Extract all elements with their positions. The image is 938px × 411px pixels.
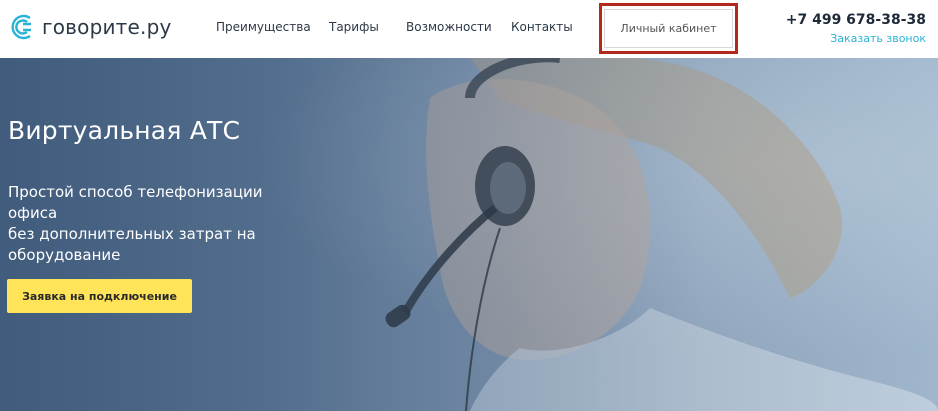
logo-text: говорите.ру xyxy=(42,15,172,39)
logo[interactable]: говорите.ру xyxy=(8,13,172,41)
hero-subtitle: Простой способ телефонизации офиса без д… xyxy=(8,182,288,266)
nav-link-features[interactable]: Возможности xyxy=(406,20,492,34)
connect-request-button[interactable]: Заявка на подключение xyxy=(7,279,192,313)
hero-subtitle-line: без дополнительных затрат на xyxy=(8,225,256,243)
site-header: говорите.ру Преимущества Тарифы Возможно… xyxy=(0,0,938,58)
logo-icon xyxy=(11,14,31,40)
hero-subtitle-line: оборудование xyxy=(8,246,121,264)
nav-link-contacts[interactable]: Контакты xyxy=(511,20,573,34)
hero-title: Виртуальная АТС xyxy=(8,116,241,145)
hero-banner: Виртуальная АТС Простой способ телефониз… xyxy=(0,58,938,411)
nav-link-tariffs[interactable]: Тарифы xyxy=(329,20,379,34)
callback-link[interactable]: Заказать звонок xyxy=(830,32,926,45)
highlight-box xyxy=(599,3,738,54)
nav-link-advantages[interactable]: Преимущества xyxy=(216,20,311,34)
phone-number[interactable]: +7 499 678-38-38 xyxy=(786,12,926,28)
hero-subtitle-line: Простой способ телефонизации офиса xyxy=(8,183,263,222)
